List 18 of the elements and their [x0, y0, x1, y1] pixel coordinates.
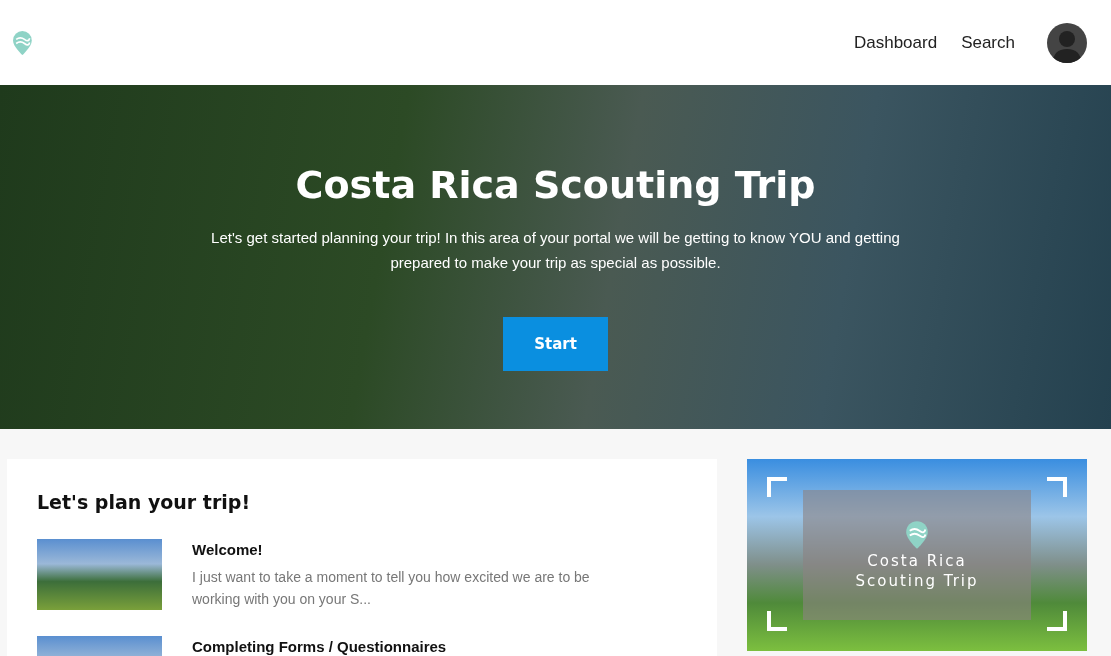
- hero-text: Let's get started planning your trip! In this area of your portal we will be getting to know YOU and getting prepared to make your trip as special as possible.: [210, 228, 901, 273]
- pin-icon: [905, 520, 929, 550]
- nav-link[interactable]: Search: [961, 32, 1015, 53]
- corner-mark-icon: [767, 477, 787, 497]
- corner-mark-icon: [1047, 611, 1067, 631]
- corner-mark-icon: [767, 611, 787, 631]
- nav-link[interactable]: Dashboard: [853, 32, 938, 53]
- hero-title: Costa Rica Scouting Trip: [295, 163, 816, 207]
- item-title[interactable]: Completing Forms / Questionnaires: [192, 638, 447, 655]
- corner-mark-icon: [1047, 477, 1067, 497]
- promo-text: Costa Rica: [867, 552, 967, 570]
- card-heading: Let's plan your trip!: [37, 491, 252, 513]
- item-excerpt: I just want to take a moment to tell you how excited we are to be working with you on your S...: [192, 568, 591, 609]
- avatar-icon[interactable]: [1047, 22, 1087, 63]
- photo-placeholder[interactable]: [37, 539, 162, 610]
- logo-pin-icon: [12, 29, 33, 56]
- promo-text: Scouting Trip: [855, 572, 979, 590]
- item-title[interactable]: Welcome!: [192, 541, 592, 558]
